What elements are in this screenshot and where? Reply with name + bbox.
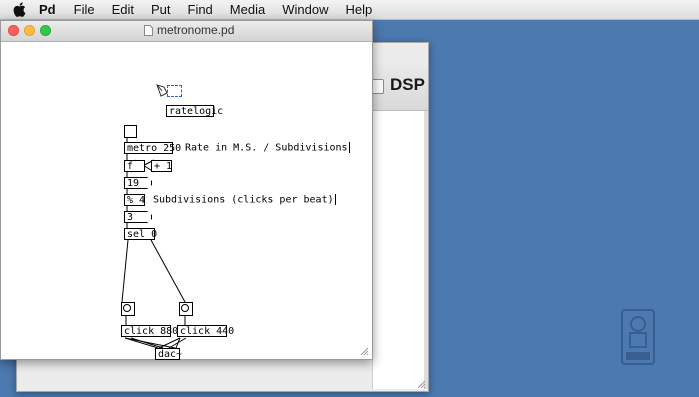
menu-put[interactable]: Put [151,2,171,17]
close-window-icon[interactable] [8,25,19,36]
toggle-box[interactable] [124,125,137,138]
menu-pd[interactable]: Pd [39,2,56,17]
menu-find[interactable]: Find [188,2,213,17]
minimize-window-icon[interactable] [24,25,35,36]
bang-right[interactable] [179,302,193,316]
menu-help[interactable]: Help [345,2,372,17]
plus-one-object[interactable]: + 1 [151,160,172,172]
resize-grip-icon[interactable] [359,346,369,356]
menu-file[interactable]: File [74,2,95,17]
metro-object[interactable]: metro 250 [124,142,181,154]
menu-window[interactable]: Window [282,2,328,17]
subdivisions-comment[interactable]: Subdivisions (clicks per beat) [153,194,336,207]
pd-console-scrollbar[interactable] [424,111,428,389]
pd-console-area[interactable] [372,111,425,389]
click-440-object[interactable]: click 440 [177,325,234,337]
zoom-window-icon[interactable] [40,25,51,36]
patch-window[interactable]: metronome.pd ratelogic metro 250 Rate in… [0,20,373,360]
dsp-label: DSP [390,75,425,94]
subdivisions-comment-text: Subdivisions (clicks per beat) [153,194,334,206]
resize-grip-icon[interactable] [416,379,426,389]
count-number-box[interactable]: 19 [124,177,152,189]
text-caret [334,194,336,205]
click-880-object[interactable]: click 880 [121,325,178,337]
menu-bar: Pd File Edit Put Find Media Window Help [0,0,699,20]
mod-number-box[interactable]: 3 [124,211,152,223]
bang-left[interactable] [121,302,135,316]
learn-logo-icon [621,309,655,365]
float-object[interactable]: f [124,160,145,172]
select-object[interactable]: sel 0 [124,228,157,240]
patch-window-title: metronome.pd [157,23,235,37]
new-object-placeholder[interactable] [167,85,182,97]
rate-comment-text: Rate in M.S. / Subdivisions [185,142,348,154]
text-caret [348,142,350,153]
patch-canvas[interactable]: ratelogic metro 250 Rate in M.S. / Subdi… [1,42,372,360]
menu-media[interactable]: Media [230,2,265,17]
rate-comment[interactable]: Rate in M.S. / Subdivisions [185,142,350,155]
menu-edit[interactable]: Edit [112,2,134,17]
ratelogic-object[interactable]: ratelogic [166,105,223,117]
dac-object[interactable]: dac~ [155,348,182,360]
modulo-object[interactable]: % 4 [124,194,145,206]
patch-titlebar[interactable]: metronome.pd [1,21,372,42]
apple-icon[interactable] [13,2,27,17]
document-icon [144,25,153,36]
